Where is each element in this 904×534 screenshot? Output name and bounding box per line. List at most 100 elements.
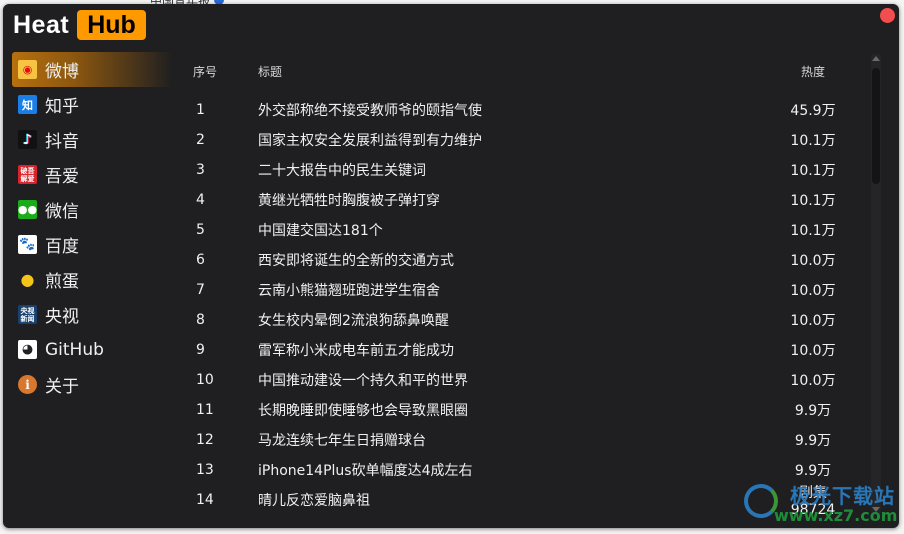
- row-heat: 10.1万: [790, 223, 836, 239]
- vertical-scrollbar[interactable]: [871, 54, 881, 514]
- weibo-icon: ◉: [18, 60, 37, 79]
- sidebar-item-label: 知乎: [45, 97, 79, 117]
- row-heat: 45.9万: [790, 103, 836, 119]
- table-row[interactable]: 10 中国推动建设一个持久和平的世界 10.0万: [188, 365, 848, 395]
- sidebar-item-52pojie[interactable]: 破吾 解爱 吾爱: [12, 157, 172, 192]
- sidebar-item-label: 煎蛋: [45, 272, 79, 292]
- sidebar-item-label: 央视: [45, 307, 79, 327]
- row-index: 5: [196, 222, 205, 238]
- row-title: 长期晚睡即使睡够也会导致黑眼圈: [258, 403, 468, 419]
- row-title: 中国推动建设一个持久和平的世界: [258, 373, 468, 389]
- row-heat: 10.0万: [790, 283, 836, 299]
- hot-list-table: 序号 标题 热度 1 外交部称绝不接受教师爷的颐指气使 45.9万 2 国家主权安全发展…: [188, 60, 848, 519]
- row-title: 雷军称小米成电车前五才能成功: [258, 343, 454, 359]
- sidebar-nav: ◉ 微博 知 知乎 ♪ 抖音 破吾 解爱 吾爱 ●● 微信 🐾 百度 ● 煎蛋 …: [12, 52, 172, 402]
- sidebar-item-label: 关于: [45, 377, 79, 397]
- douyin-icon: ♪: [18, 130, 37, 149]
- row-heat: 9.9万: [794, 403, 832, 419]
- table-row[interactable]: 1 外交部称绝不接受教师爷的颐指气使 45.9万: [188, 95, 848, 125]
- row-index: 9: [196, 342, 205, 358]
- row-index: 7: [196, 282, 205, 298]
- sidebar-item-label: 吾爱: [45, 167, 79, 187]
- sidebar-item-zhihu[interactable]: 知 知乎: [12, 87, 172, 122]
- row-index: 14: [196, 492, 214, 508]
- table-row[interactable]: 8 女生校内晕倒2流浪狗舔鼻唤醒 10.0万: [188, 305, 848, 335]
- row-title: 云南小熊猫翘班跑进学生宿舍: [258, 283, 440, 299]
- table-row[interactable]: 2 国家主权安全发展利益得到有力维护 10.1万: [188, 125, 848, 155]
- row-heat: 剧集98724: [790, 485, 836, 518]
- sidebar-item-label: 微博: [45, 62, 79, 82]
- scroll-thumb[interactable]: [872, 68, 880, 184]
- sidebar-item-weibo[interactable]: ◉ 微博: [12, 52, 172, 87]
- sidebar-item-jiandan[interactable]: ● 煎蛋: [12, 262, 172, 297]
- row-title: 晴儿反恋爱脑鼻祖: [258, 493, 370, 509]
- row-index: 10: [196, 372, 214, 388]
- row-title: 西安即将诞生的全新的交通方式: [258, 253, 454, 269]
- row-index: 4: [196, 192, 205, 208]
- row-heat: 9.9万: [794, 463, 832, 479]
- sidebar-item-cctv[interactable]: 央视 新闻 央视: [12, 297, 172, 332]
- sidebar-item-label: GitHub: [45, 339, 104, 360]
- row-title: 外交部称绝不接受教师爷的颐指气使: [258, 103, 482, 119]
- sidebar-item-douyin[interactable]: ♪ 抖音: [12, 122, 172, 157]
- table-row[interactable]: 12 马龙连续七年生日捐赠球台 9.9万: [188, 425, 848, 455]
- row-heat: 10.1万: [790, 193, 836, 209]
- sidebar-item-github[interactable]: ◕ GitHub: [12, 332, 172, 367]
- sidebar-item-baidu[interactable]: 🐾 百度: [12, 227, 172, 262]
- row-index: 1: [196, 102, 205, 118]
- row-heat: 9.9万: [794, 433, 832, 449]
- wechat-icon: ●●: [18, 200, 37, 219]
- table-row[interactable]: 6 西安即将诞生的全新的交通方式 10.0万: [188, 245, 848, 275]
- heathub-window: Heat Hub ◉ 微博 知 知乎 ♪ 抖音 破吾 解爱 吾爱 ●● 微信 🐾…: [3, 4, 899, 528]
- scroll-up-arrow-icon[interactable]: [872, 56, 880, 61]
- row-index: 11: [196, 402, 214, 418]
- row-title: iPhone14Plus砍单幅度达4成左右: [258, 463, 473, 479]
- header-heat: 热度: [800, 64, 825, 79]
- sidebar-item-wechat[interactable]: ●● 微信: [12, 192, 172, 227]
- row-index: 12: [196, 432, 214, 448]
- row-heat: 10.1万: [790, 163, 836, 179]
- table-row[interactable]: 5 中国建交国达181个 10.1万: [188, 215, 848, 245]
- row-title: 黄继光牺牲时胸腹被子弹打穿: [258, 193, 440, 209]
- row-heat: 10.0万: [790, 313, 836, 329]
- sidebar-item-label: 微信: [45, 202, 79, 222]
- row-index: 13: [196, 462, 214, 478]
- logo-heat-text: Heat: [13, 10, 70, 39]
- row-index: 8: [196, 312, 205, 328]
- row-title: 女生校内晕倒2流浪狗舔鼻唤醒: [258, 313, 449, 329]
- jiandan-icon: ●: [20, 270, 35, 289]
- baidu-icon: 🐾: [18, 235, 37, 254]
- scroll-down-arrow-icon[interactable]: [872, 507, 880, 512]
- table-row[interactable]: 7 云南小熊猫翘班跑进学生宿舍 10.0万: [188, 275, 848, 305]
- row-title: 中国建交国达181个: [258, 223, 383, 239]
- cctv-icon: 央视 新闻: [18, 305, 37, 324]
- row-index: 3: [196, 162, 205, 178]
- table-row[interactable]: 9 雷军称小米成电车前五才能成功 10.0万: [188, 335, 848, 365]
- table-row[interactable]: 3 二十大报告中的民生关键词 10.1万: [188, 155, 848, 185]
- sidebar-item-label: 抖音: [45, 132, 79, 152]
- row-heat: 10.0万: [790, 253, 836, 269]
- row-heat: 10.1万: [790, 133, 836, 149]
- row-index: 2: [196, 132, 205, 148]
- header-index: 序号: [193, 64, 218, 79]
- row-index: 6: [196, 252, 205, 268]
- table-row[interactable]: 13 iPhone14Plus砍单幅度达4成左右 9.9万: [188, 455, 848, 485]
- about-icon: i: [18, 375, 37, 394]
- sidebar-item-label: 百度: [45, 237, 79, 257]
- 52pojie-icon: 破吾 解爱: [18, 165, 37, 184]
- row-title: 国家主权安全发展利益得到有力维护: [258, 133, 482, 149]
- row-title: 马龙连续七年生日捐赠球台: [258, 433, 426, 449]
- logo-hub-badge: Hub: [77, 10, 146, 40]
- table-header: 序号 标题 热度: [188, 60, 848, 82]
- sidebar-item-about[interactable]: i 关于: [12, 367, 172, 402]
- table-row[interactable]: 14 晴儿反恋爱脑鼻祖 剧集98724: [188, 485, 848, 518]
- row-title: 二十大报告中的民生关键词: [258, 163, 426, 179]
- table-row[interactable]: 11 长期晚睡即使睡够也会导致黑眼圈 9.9万: [188, 395, 848, 425]
- app-logo: Heat Hub: [13, 10, 146, 40]
- table-row[interactable]: 4 黄继光牺牲时胸腹被子弹打穿 10.1万: [188, 185, 848, 215]
- header-title: 标题: [258, 64, 283, 79]
- github-icon: ◕: [18, 340, 37, 359]
- close-button[interactable]: [880, 8, 895, 23]
- row-heat: 10.0万: [790, 373, 836, 389]
- row-heat: 10.0万: [790, 343, 836, 359]
